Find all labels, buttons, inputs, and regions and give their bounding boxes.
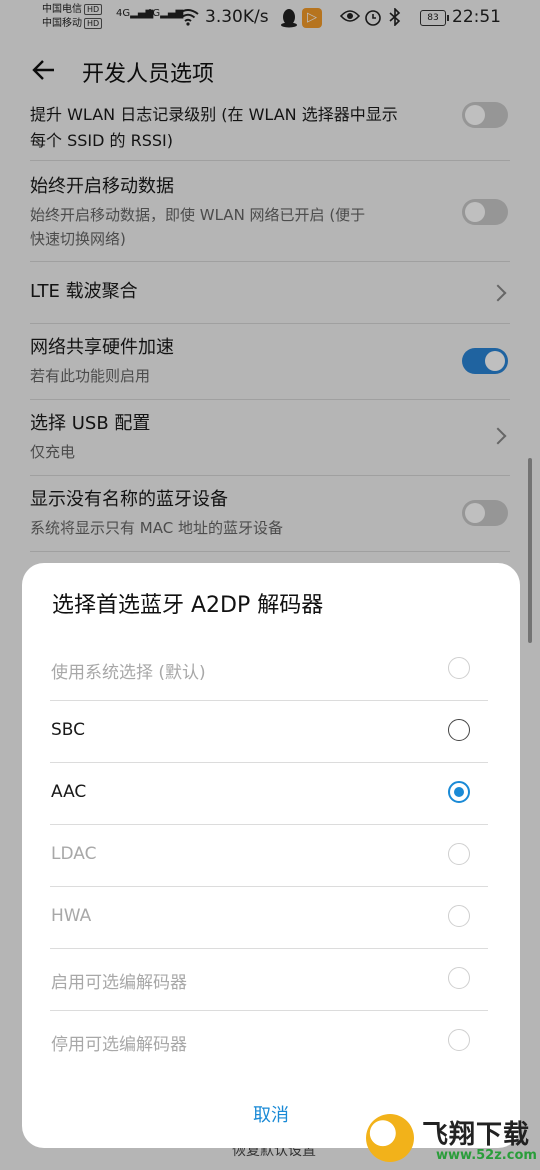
radio-button[interactable]: [448, 657, 470, 679]
watermark-url: www.52z.com: [436, 1148, 537, 1163]
option-label: 使用系统选择 (默认): [51, 663, 206, 683]
option-label: HWA: [51, 906, 92, 926]
option-ldac[interactable]: LDAC: [50, 825, 488, 887]
option-label: 启用可选编解码器: [51, 973, 187, 993]
radio-button[interactable]: [448, 843, 470, 865]
option-enable-optional[interactable]: 启用可选编解码器: [50, 949, 488, 1011]
radio-button-selected[interactable]: [448, 781, 470, 803]
radio-button[interactable]: [448, 1029, 470, 1051]
radio-button[interactable]: [448, 967, 470, 989]
radio-button[interactable]: [448, 719, 470, 741]
radio-button[interactable]: [448, 905, 470, 927]
dialog-title: 选择首选蓝牙 A2DP 解码器: [52, 593, 324, 618]
option-label: LDAC: [51, 844, 97, 864]
option-system-default[interactable]: 使用系统选择 (默认): [50, 639, 488, 701]
codec-dialog: 选择首选蓝牙 A2DP 解码器 使用系统选择 (默认) SBC AAC LDAC…: [22, 563, 520, 1148]
watermark-name: 飞翔下载: [422, 1120, 531, 1150]
option-hwa[interactable]: HWA: [50, 887, 488, 949]
option-label: AAC: [51, 782, 87, 802]
codec-options: 使用系统选择 (默认) SBC AAC LDAC HWA 启用可选编解码器 停用…: [50, 639, 488, 1072]
option-aac[interactable]: AAC: [50, 763, 488, 825]
option-label: SBC: [51, 720, 86, 740]
option-disable-optional[interactable]: 停用可选编解码器: [50, 1011, 488, 1072]
watermark: 飞翔下载 www.52z.com: [360, 1112, 540, 1170]
option-sbc[interactable]: SBC: [50, 701, 488, 763]
watermark-logo-icon: [366, 1114, 414, 1162]
option-label: 停用可选编解码器: [51, 1035, 187, 1055]
